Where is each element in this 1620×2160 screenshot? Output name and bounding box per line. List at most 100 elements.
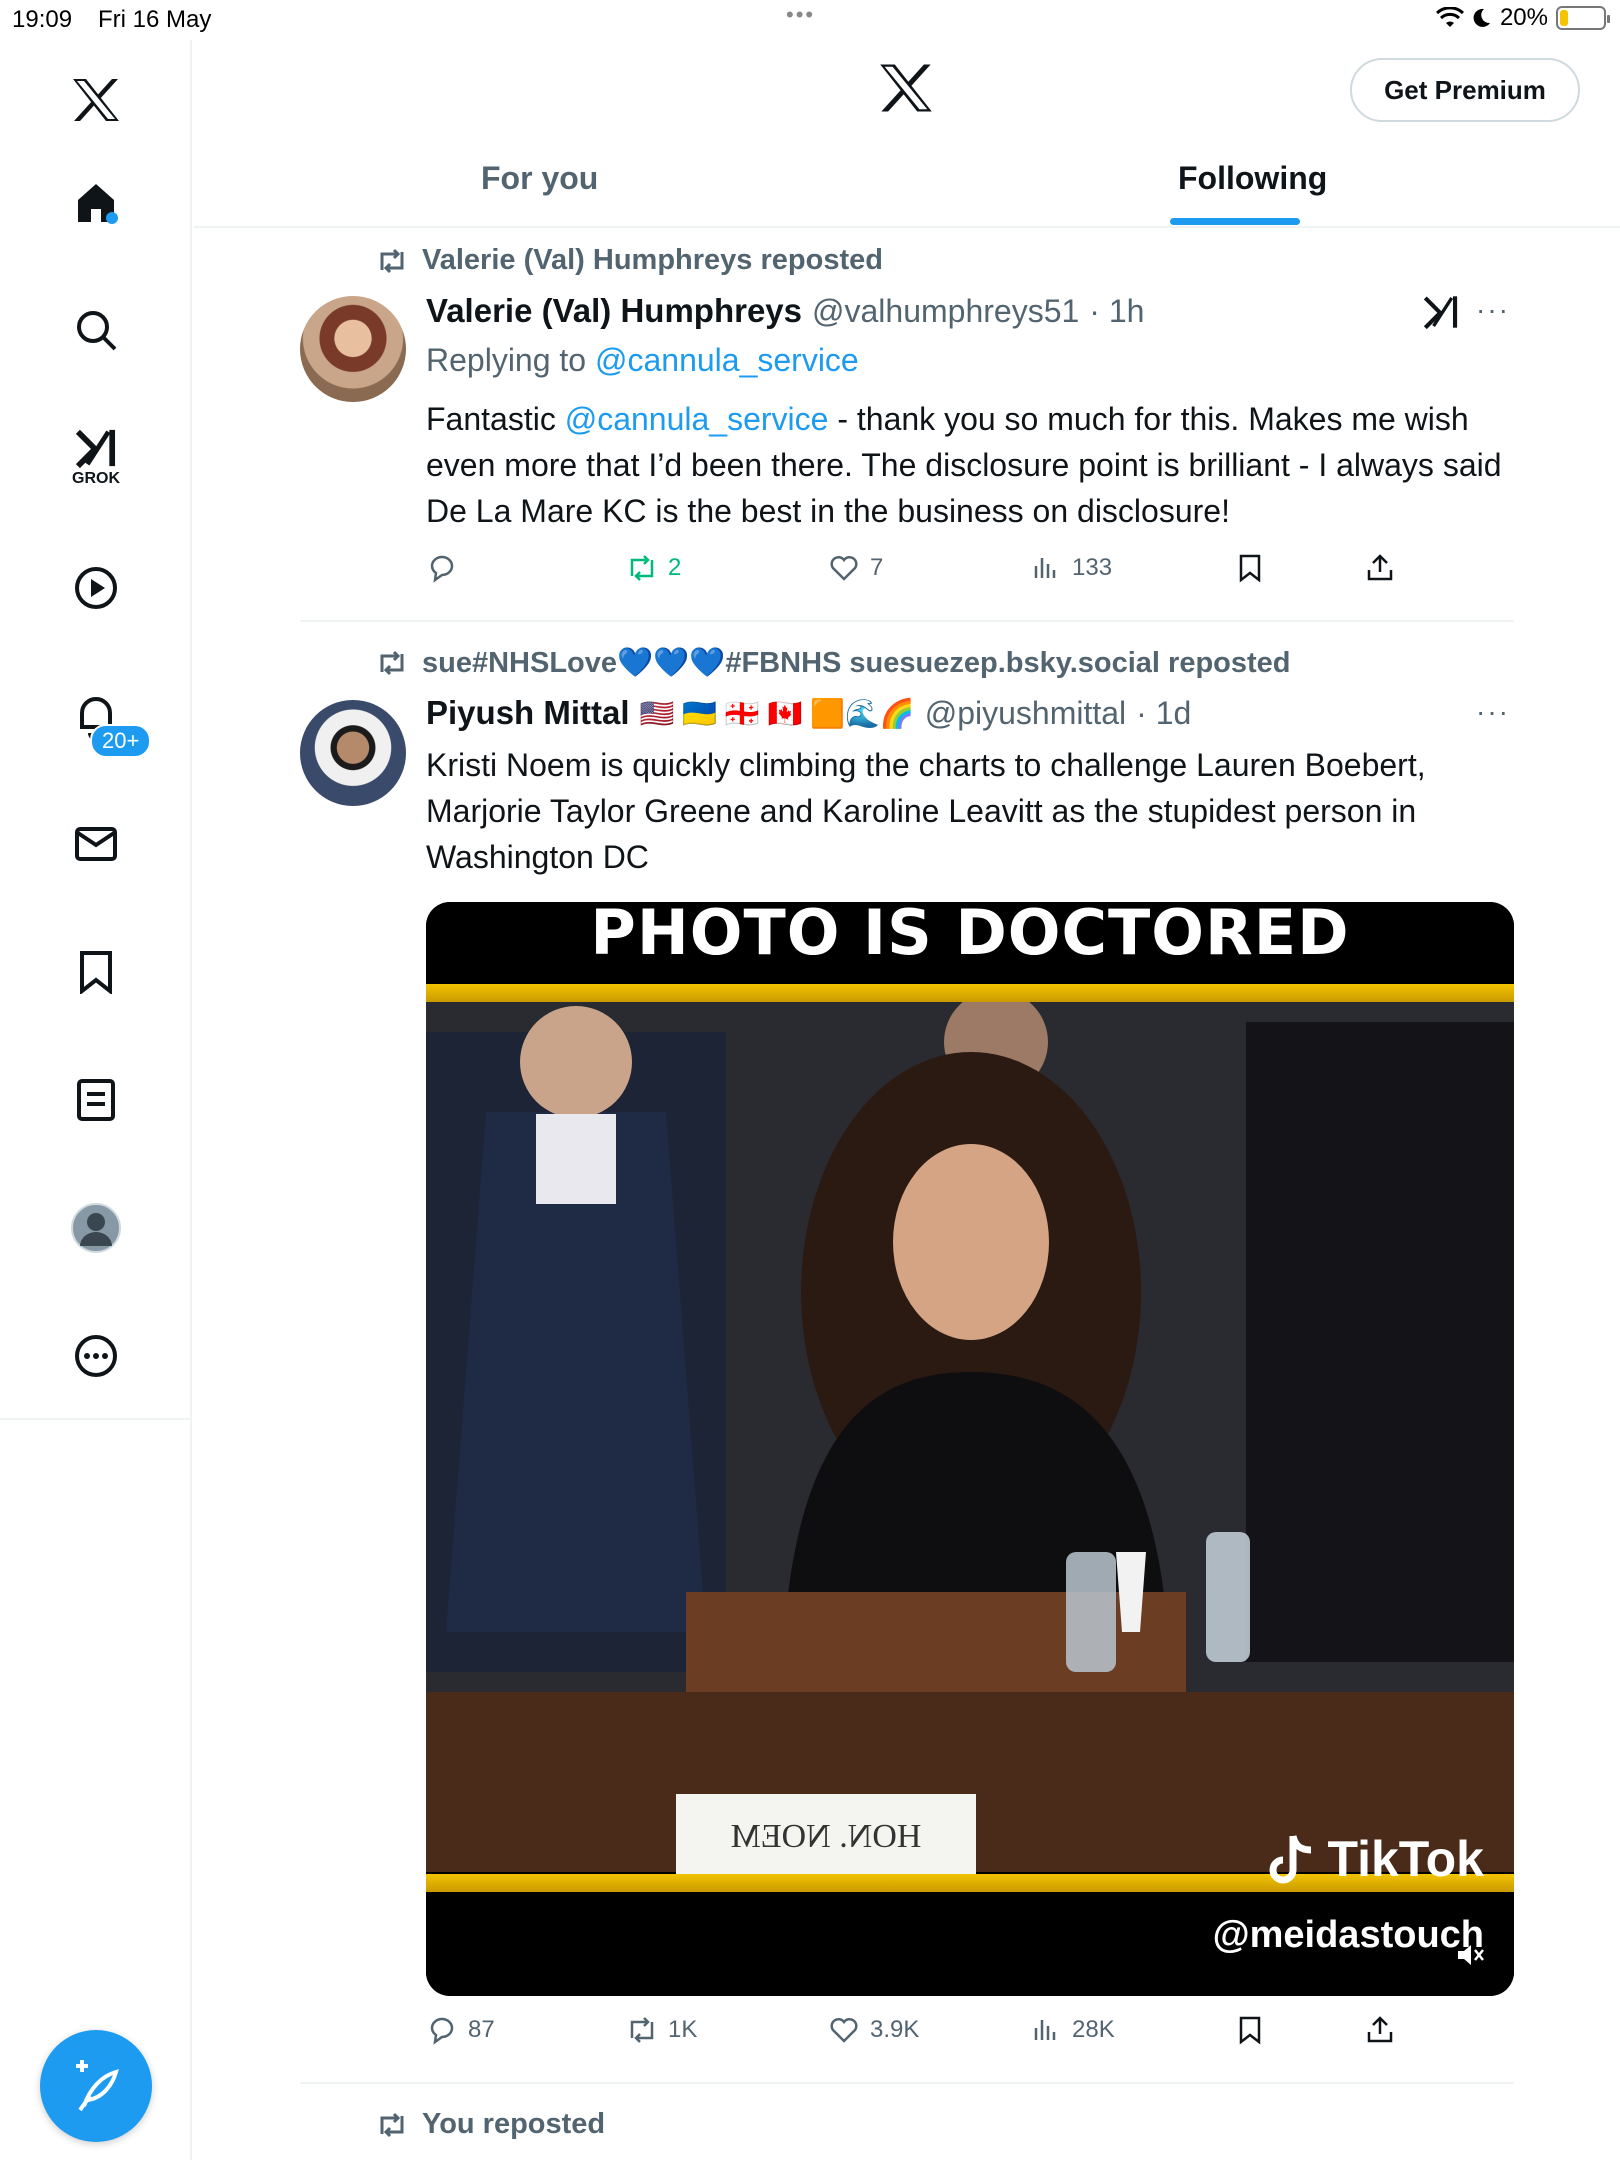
repost-button[interactable]: 2 xyxy=(626,552,681,584)
post-you-reposted[interactable]: You reposted xyxy=(300,2098,1514,2160)
repost-button[interactable]: 1K xyxy=(626,2014,697,2046)
views-button[interactable]: 133 xyxy=(1030,552,1112,584)
repost-count: 2 xyxy=(668,554,682,581)
tiktok-icon xyxy=(1269,1835,1312,1884)
sidebar-divider xyxy=(0,1418,192,1420)
more-icon[interactable] xyxy=(66,1326,126,1386)
bookmark-button[interactable] xyxy=(1234,552,1266,584)
repost-indicator: You reposted xyxy=(376,2108,605,2141)
list-icon[interactable] xyxy=(66,1070,126,1130)
active-tab-indicator xyxy=(1170,218,1300,225)
views-button[interactable]: 28K xyxy=(1030,2014,1115,2046)
reply-icon xyxy=(430,2017,454,2045)
author-row: Valerie (Val) Humphreys @valhumphreys51 … xyxy=(426,292,1144,330)
repost-indicator: sue#NHSLove💙💙💙#FBNHS suesuezep.bsky.soci… xyxy=(376,646,1291,680)
post-more-button[interactable]: ··· xyxy=(1476,696,1510,728)
bookmark-button[interactable] xyxy=(1234,2014,1266,2046)
post-text: Kristi Noem is quickly climbing the char… xyxy=(426,747,1426,875)
reply-mention-link[interactable]: @cannula_service xyxy=(595,342,859,378)
tiktok-watermark: TikTok xyxy=(1269,1830,1484,1888)
get-premium-button[interactable]: Get Premium xyxy=(1350,58,1580,122)
post-more-button[interactable]: ··· xyxy=(1476,294,1510,326)
like-count: 7 xyxy=(870,554,884,581)
author-flags: 🇺🇸 🇺🇦 🇬🇪 🇨🇦 🟧🌊🌈 xyxy=(639,697,915,729)
post-divider xyxy=(300,2082,1514,2084)
avatar-valerie[interactable] xyxy=(300,296,406,402)
post-mention-link[interactable]: @cannula_service xyxy=(565,401,829,437)
play-icon[interactable] xyxy=(66,558,126,618)
repost-icon xyxy=(380,2112,404,2137)
mute-button[interactable] xyxy=(1456,1942,1486,1973)
bookmark-icon[interactable] xyxy=(66,942,126,1002)
post-valerie[interactable]: Valerie (Val) Humphreys reposted Valerie… xyxy=(300,232,1514,622)
wifi-icon xyxy=(1435,7,1464,27)
tab-for-you[interactable]: For you xyxy=(481,160,598,226)
repost-label: sue#NHSLove💙💙💙#FBNHS suesuezep.bsky.soci… xyxy=(422,647,1291,679)
author-row: Piyush Mittal 🇺🇸 🇺🇦 🇬🇪 🇨🇦 🟧🌊🌈 @piyushmit… xyxy=(426,694,1191,732)
sidebar: GROK 20+ xyxy=(0,40,192,2160)
author-handle[interactable]: @piyushmittal xyxy=(925,695,1126,732)
muted-speaker-icon xyxy=(1458,1945,1484,1965)
tiktok-label: TikTok xyxy=(1327,1831,1484,1887)
bookmark-icon xyxy=(1239,554,1261,583)
reply-icon xyxy=(430,555,454,583)
share-icon xyxy=(1367,2016,1393,2043)
share-button[interactable] xyxy=(1364,552,1396,584)
search-icon[interactable] xyxy=(66,300,126,360)
post-piyush[interactable]: sue#NHSLove💙💙💙#FBNHS suesuezep.bsky.soci… xyxy=(300,636,1514,2084)
analytics-icon xyxy=(1034,2020,1056,2040)
x-logo-icon[interactable] xyxy=(66,70,126,130)
reply-button[interactable] xyxy=(426,552,468,584)
share-icon xyxy=(1367,554,1393,581)
home-icon[interactable] xyxy=(66,172,126,232)
author-name[interactable]: Piyush Mittal xyxy=(426,694,630,732)
author-handle[interactable]: @valhumphreys51 xyxy=(812,293,1079,330)
author-name[interactable]: Valerie (Val) Humphreys xyxy=(426,292,802,330)
status-bar: 19:09 Fri 16 May ••• 20% xyxy=(0,0,1620,40)
video-frame xyxy=(426,990,1514,1872)
video-top-stripe xyxy=(426,984,1514,1002)
reply-context: Replying to @cannula_service xyxy=(426,342,859,379)
status-time: 19:09 xyxy=(12,6,73,33)
grok-post-icon[interactable] xyxy=(1422,294,1460,330)
repost-icon xyxy=(380,650,404,676)
post-time[interactable]: · 1h xyxy=(1089,293,1144,330)
grok-label: GROK xyxy=(72,470,120,487)
post-text-prefix: Fantastic xyxy=(426,401,556,437)
repost-icon xyxy=(630,2017,654,2043)
like-button[interactable]: 3.9K xyxy=(828,2014,919,2046)
bookmark-icon xyxy=(1239,2016,1261,2045)
repost-icon xyxy=(380,248,404,273)
post-divider xyxy=(300,620,1514,622)
compose-button[interactable] xyxy=(40,2030,152,2142)
status-date: Fri 16 May xyxy=(98,6,212,33)
avatar-piyush[interactable] xyxy=(300,700,406,806)
like-count: 3.9K xyxy=(870,2016,920,2043)
profile-icon[interactable] xyxy=(66,1198,126,1258)
post-video[interactable]: PHOTO IS DOCTORED HON. NOEM TikTok @meid… xyxy=(426,902,1514,1996)
repost-indicator: Valerie (Val) Humphreys reposted xyxy=(376,244,883,277)
compose-feather-icon xyxy=(76,2060,119,2112)
video-scene-image xyxy=(426,990,1514,1872)
repost-label: You reposted xyxy=(422,2108,606,2140)
multitask-dots[interactable]: ••• xyxy=(786,2,815,28)
post-text: Fantastic @cannula_service - thank you s… xyxy=(426,396,1516,534)
tiktok-handle: @meidastouch xyxy=(1212,1914,1484,1956)
video-headline: PHOTO IS DOCTORED xyxy=(590,902,1350,969)
reply-button[interactable]: 87 xyxy=(426,2014,495,2046)
tab-following[interactable]: Following xyxy=(1178,160,1327,226)
view-count: 133 xyxy=(1072,554,1113,581)
analytics-icon xyxy=(1034,558,1056,578)
post-actions: 87 1K 3.9K 28K xyxy=(426,2014,1516,2058)
post-time[interactable]: · 1d xyxy=(1136,695,1191,732)
like-button[interactable]: 7 xyxy=(828,552,883,584)
mail-icon[interactable] xyxy=(66,814,126,874)
home-unread-dot xyxy=(106,212,118,224)
grok-icon[interactable]: GROK xyxy=(66,428,126,488)
timeline-header: Get Premium For you Following xyxy=(194,40,1620,228)
heart-icon xyxy=(830,2017,858,2043)
repost-count: 1K xyxy=(668,2016,698,2043)
post-actions: 2 7 133 xyxy=(426,552,1516,596)
share-button[interactable] xyxy=(1364,2014,1396,2046)
reply-count: 87 xyxy=(468,2016,495,2043)
